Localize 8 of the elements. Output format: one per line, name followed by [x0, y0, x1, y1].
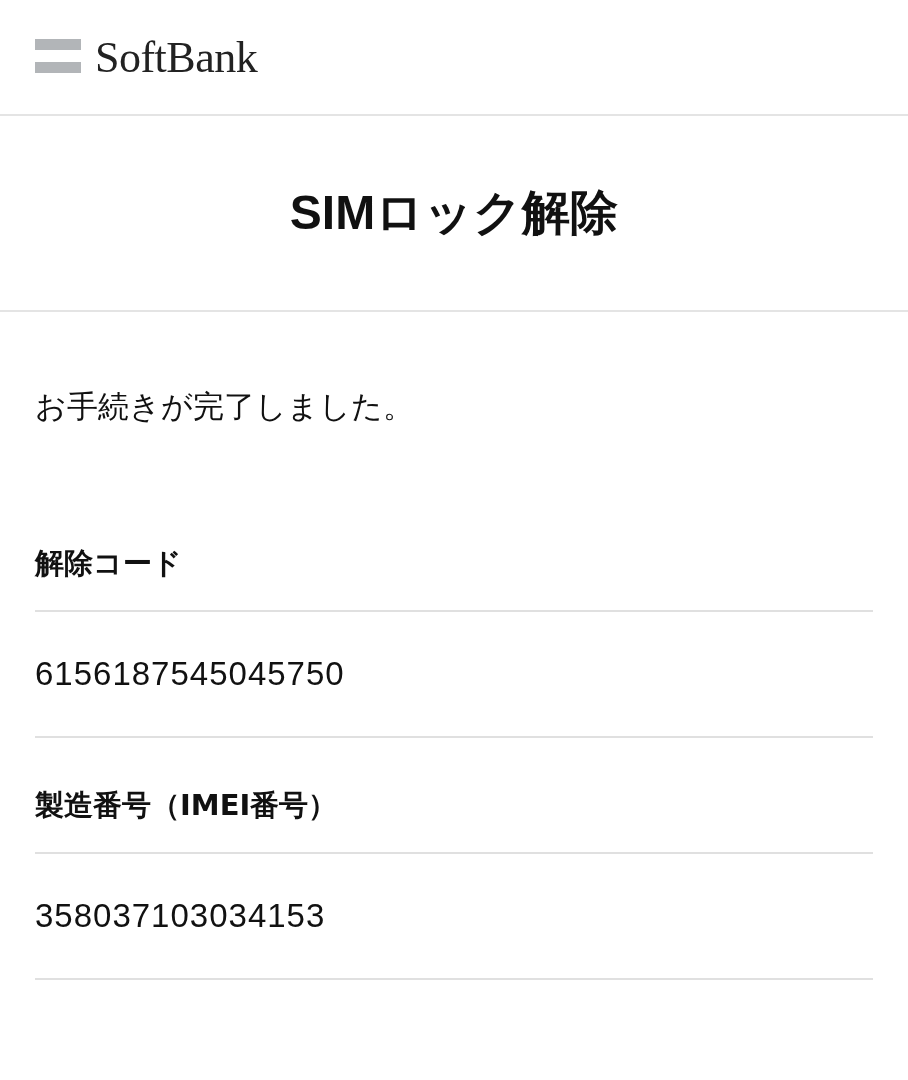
field-label: 解除コード	[35, 545, 183, 582]
field-label: 製造番号（IMEI番号）	[35, 787, 339, 824]
page-title: SIMロック解除	[289, 185, 619, 241]
completion-message: お手続きが完了しました。	[35, 387, 415, 426]
logo-bars-icon	[35, 39, 81, 75]
field-value: 358037103034153	[35, 897, 326, 935]
field-value: 6156187545045750	[35, 655, 345, 693]
logo-text: SoftBank	[95, 31, 258, 83]
